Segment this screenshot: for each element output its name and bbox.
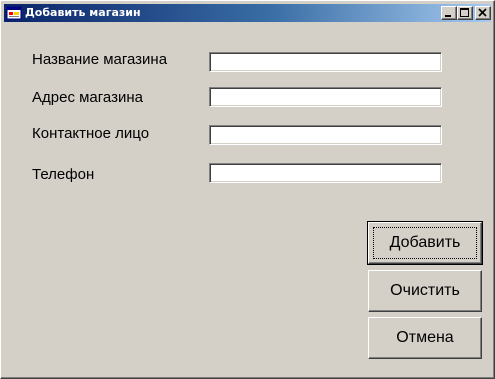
app-window-icon[interactable] [6,5,22,21]
cancel-button-label: Отмена [396,329,454,346]
title-bar[interactable]: Добавить магазин [4,4,491,22]
add-button[interactable]: Добавить [367,221,483,265]
add-button-label: Добавить [389,234,461,251]
minimize-button[interactable] [441,6,457,20]
store-address-field[interactable] [209,87,442,107]
dialog-window: Добавить магазин Название магазина Адрес… [0,0,495,379]
maximize-icon [460,8,469,17]
store-address-label: Адрес магазина [32,89,143,106]
phone-label: Телефон [32,166,95,183]
clear-button[interactable]: Очистить [368,270,482,312]
close-icon [478,8,487,17]
cancel-button[interactable]: Отмена [368,317,482,359]
contact-person-label: Контактное лицо [32,125,150,142]
contact-person-field[interactable] [209,125,442,145]
maximize-button[interactable] [457,6,473,20]
phone-field[interactable] [209,163,442,183]
store-name-field[interactable] [209,52,442,72]
minimize-icon [445,15,451,17]
close-button[interactable] [475,6,491,20]
clear-button-label: Очистить [390,282,460,299]
store-name-label: Название магазина [32,51,168,68]
window-title: Добавить магазин [25,6,141,19]
